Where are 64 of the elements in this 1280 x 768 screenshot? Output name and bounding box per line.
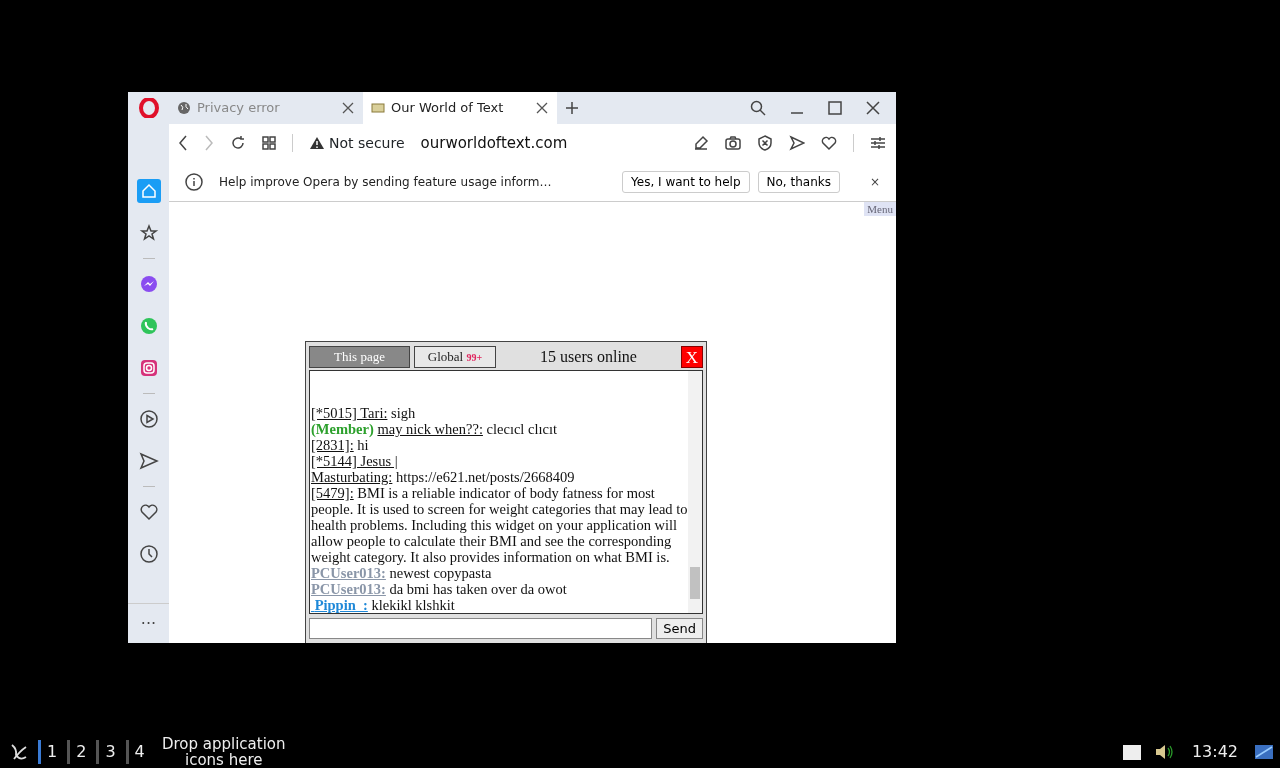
taskbar-hint: Drop application icons here <box>160 736 287 768</box>
close-button[interactable]: × <box>863 171 886 192</box>
globe-icon <box>177 101 191 115</box>
new-tab-icon[interactable] <box>565 101 579 115</box>
info-icon <box>185 172 203 191</box>
opera-logo-icon[interactable] <box>138 98 159 118</box>
back-icon[interactable] <box>178 135 188 151</box>
chat-message: [*5144] Jesus | <box>311 453 399 469</box>
network-icon[interactable] <box>1254 744 1274 760</box>
tab-title: Privacy error <box>197 99 281 118</box>
messenger-icon <box>138 274 159 294</box>
workspace-button[interactable]: 2 <box>67 740 93 764</box>
more-button[interactable]: ··· <box>128 603 169 637</box>
workspace-button[interactable]: 1 <box>38 740 64 764</box>
star-icon <box>138 223 159 243</box>
tiles-icon[interactable] <box>262 136 276 150</box>
reload-icon[interactable] <box>230 135 246 151</box>
search-icon[interactable] <box>750 100 766 116</box>
menu-button[interactable]: Menu <box>864 202 896 216</box>
close-icon[interactable] <box>535 101 549 115</box>
maximize-icon[interactable] <box>828 101 842 115</box>
workspace-button[interactable]: 4 <box>125 740 151 764</box>
online-count: 15 users online <box>539 347 638 367</box>
volume-icon[interactable] <box>1153 743 1176 761</box>
chat-tab[interactable]: Global 99+ <box>414 346 496 368</box>
send-icon <box>138 451 159 471</box>
settings-icon[interactable] <box>870 136 886 150</box>
chat-input[interactable] <box>309 618 653 639</box>
chat-message: (Member) may nick when??: clecıcl clıcıt <box>311 421 558 437</box>
scrollbar[interactable] <box>688 371 702 613</box>
whatsapp-icon <box>138 316 159 336</box>
shield-icon[interactable] <box>757 135 773 151</box>
drive-icon[interactable] <box>1121 743 1142 761</box>
url-field[interactable]: ourworldoftext.com <box>420 131 568 155</box>
clock: 13:42 <box>1191 741 1238 763</box>
chat-message: PCUser013: da bmi has taken over da owot <box>311 581 568 597</box>
chat-message: [2831]: hi <box>311 437 370 453</box>
clock-icon <box>138 544 159 564</box>
chat-message: [*5015] Tari: sigh <box>311 405 417 421</box>
heart-icon[interactable] <box>821 135 837 151</box>
warning-icon <box>309 136 325 150</box>
camera-icon[interactable] <box>725 135 741 151</box>
page-icon <box>371 101 385 115</box>
workspace-button[interactable]: 3 <box>96 740 122 764</box>
edit-icon[interactable] <box>693 135 709 151</box>
heart-icon <box>138 502 159 522</box>
decline-button[interactable]: No, thanks <box>757 170 840 193</box>
tab-title: Our World of Text <box>391 99 505 118</box>
instagram-icon <box>138 358 159 378</box>
send-icon[interactable] <box>789 135 805 151</box>
infobar-message: Help improve Opera by sending feature usage inform… <box>219 173 553 191</box>
close-button[interactable]: X <box>681 346 703 368</box>
chat-tab[interactable]: This page <box>309 346 410 368</box>
chat-message: Pippin : klekikl klshkit <box>313 597 456 613</box>
close-icon[interactable] <box>341 101 355 115</box>
chat-message: Masturbating: https://e621.net/posts/2668409 <box>311 469 576 485</box>
security-label[interactable]: Not secure <box>329 132 405 154</box>
chat-message: [5479]: BMI is a reliable indicator of body fatness for most people. It is used to screen for weight categories that may lead to health problems. Including this widget on your application will allow people to calculate their BMI and see the corresponding weight category. It also provides information on what BMI is. <box>311 485 688 565</box>
close-icon[interactable] <box>866 101 880 115</box>
play-icon <box>138 409 159 429</box>
send-button[interactable]: Send <box>656 618 703 639</box>
accept-button[interactable]: Yes, I want to help <box>622 170 750 193</box>
browser-tab[interactable]: Our World of Text <box>363 92 557 124</box>
chat-message: PCUser013: newest copypasta <box>311 565 493 581</box>
